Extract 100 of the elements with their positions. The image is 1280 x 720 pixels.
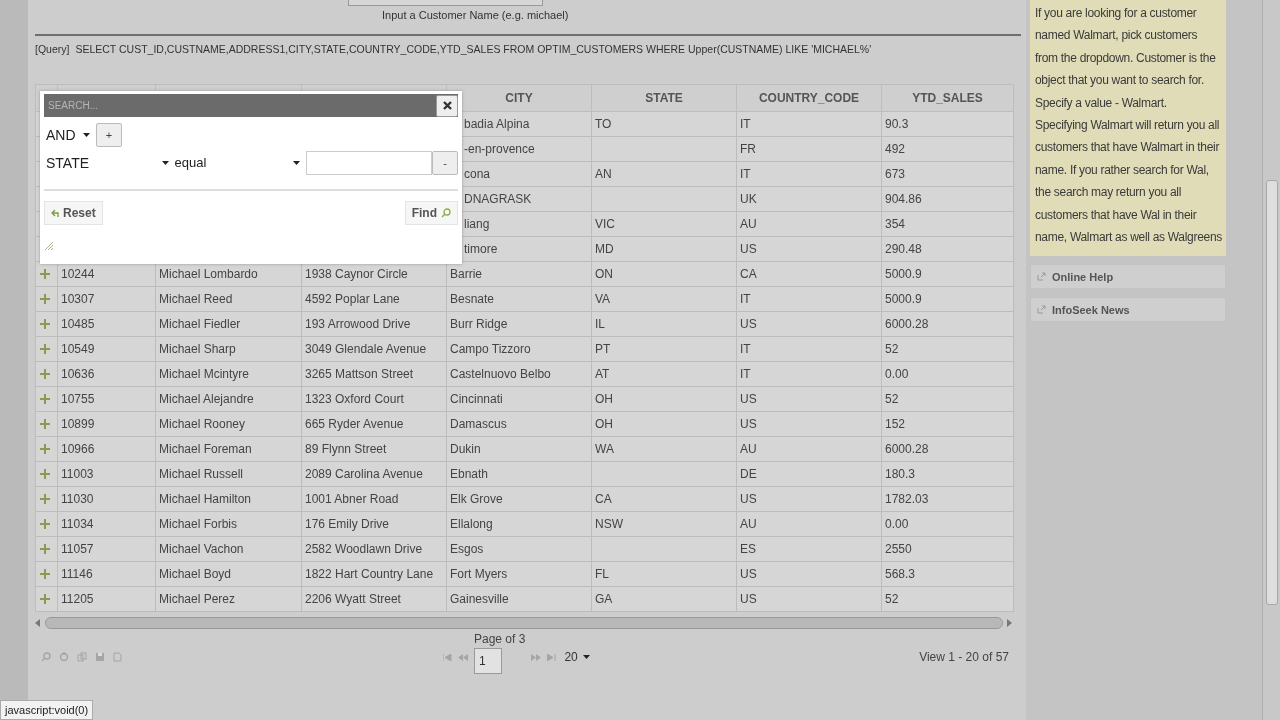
scroll-left-icon[interactable] bbox=[35, 619, 41, 627]
table-cell: WA bbox=[591, 436, 737, 462]
table-cell: 11146 bbox=[57, 561, 156, 587]
expand-plus-icon[interactable] bbox=[40, 594, 50, 604]
field-hint: Input a Customer Name (e.g. michael) bbox=[382, 8, 569, 23]
horizontal-scrollbar[interactable] bbox=[45, 617, 1003, 629]
expand-plus-icon[interactable] bbox=[40, 519, 50, 529]
column-header[interactable]: CITY bbox=[446, 84, 592, 112]
column-header[interactable]: YTD_SALES bbox=[881, 84, 1014, 112]
table-cell: Burr Ridge bbox=[446, 311, 592, 337]
table-cell: US bbox=[736, 311, 882, 337]
table-cell: Barrie bbox=[446, 261, 592, 287]
column-header[interactable]: COUNTRY_CODE bbox=[736, 84, 882, 112]
reset-button[interactable]: Reset bbox=[44, 201, 103, 225]
table-cell: CA bbox=[591, 486, 737, 512]
table-cell: Michael Perez bbox=[155, 586, 302, 612]
record-count: View 1 - 20 of 57 bbox=[919, 649, 1010, 666]
scrollbar-thumb[interactable] bbox=[1266, 180, 1278, 605]
table-cell: 10549 bbox=[57, 336, 156, 362]
expand-plus-icon[interactable] bbox=[40, 494, 50, 504]
undo-arrow-icon bbox=[51, 209, 59, 217]
table-cell: IT bbox=[736, 361, 882, 387]
save-icon[interactable] bbox=[95, 652, 105, 662]
table-cell: 11034 bbox=[57, 511, 156, 537]
table-cell: 904.86 bbox=[881, 186, 1014, 212]
refresh-icon[interactable] bbox=[59, 652, 69, 662]
table-cell: Michael Fiedler bbox=[155, 311, 302, 337]
table-cell: 52 bbox=[881, 386, 1014, 412]
table-cell: Gainesville bbox=[446, 586, 592, 612]
table-cell: OH bbox=[591, 386, 737, 412]
expand-plus-icon[interactable] bbox=[40, 444, 50, 454]
table-cell: 11003 bbox=[57, 461, 156, 487]
table-cell: Michael Forbis bbox=[155, 511, 302, 537]
table-cell: FR bbox=[736, 136, 882, 162]
search-icon[interactable] bbox=[41, 652, 51, 662]
table-cell: 492 bbox=[881, 136, 1014, 162]
table-cell: 11057 bbox=[57, 536, 156, 562]
table-cell: 1323 Oxford Court bbox=[301, 386, 447, 412]
caret-icon bbox=[293, 161, 300, 165]
table-cell: 10485 bbox=[57, 311, 156, 337]
expand-plus-icon[interactable] bbox=[40, 344, 50, 354]
table-cell: FL bbox=[591, 561, 737, 587]
copy-icon[interactable] bbox=[77, 652, 87, 662]
expand-plus-icon[interactable] bbox=[40, 369, 50, 379]
table-cell: Michael Reed bbox=[155, 286, 302, 312]
table-cell: AT bbox=[591, 361, 737, 387]
table-cell: US bbox=[736, 486, 882, 512]
help-link[interactable]: InfoSeek News bbox=[1030, 297, 1226, 323]
table-cell: 11205 bbox=[57, 586, 156, 612]
table-cell: IL bbox=[591, 311, 737, 337]
table-cell: Castelnuovo Belbo bbox=[446, 361, 592, 387]
search-field[interactable] bbox=[348, 0, 543, 6]
table-cell: Elk Grove bbox=[446, 486, 592, 512]
table-cell: Michael Alejandre bbox=[155, 386, 302, 412]
expand-plus-icon[interactable] bbox=[40, 319, 50, 329]
first-page-icon[interactable] bbox=[443, 653, 452, 661]
document-icon[interactable] bbox=[113, 652, 122, 662]
table-cell: US bbox=[736, 586, 882, 612]
table-cell: 6000.28 bbox=[881, 311, 1014, 337]
expand-plus-icon[interactable] bbox=[40, 569, 50, 579]
column-header[interactable]: STATE bbox=[591, 84, 737, 112]
expand-plus-icon[interactable] bbox=[40, 394, 50, 404]
table-cell: Ellalong bbox=[446, 511, 592, 537]
expand-plus-icon[interactable] bbox=[40, 544, 50, 554]
table-cell: 3265 Mattson Street bbox=[301, 361, 447, 387]
last-page-icon[interactable] bbox=[547, 653, 557, 661]
table-cell: GA bbox=[591, 586, 737, 612]
table-cell: DE bbox=[736, 461, 882, 487]
table-cell: Michael Sharp bbox=[155, 336, 302, 362]
close-button[interactable] bbox=[436, 94, 458, 117]
table-cell: Michael Boyd bbox=[155, 561, 302, 587]
table-cell: 193 Arrowood Drive bbox=[301, 311, 447, 337]
table-cell: 0.00 bbox=[881, 361, 1014, 387]
next-page-icon[interactable] bbox=[531, 653, 542, 661]
table-cell: Ebnath bbox=[446, 461, 592, 487]
table-cell: 290.48 bbox=[881, 236, 1014, 262]
expand-plus-icon[interactable] bbox=[40, 269, 50, 279]
add-rule-button[interactable]: + bbox=[96, 123, 122, 147]
vertical-scrollbar[interactable] bbox=[1262, 0, 1280, 720]
table-cell: 10755 bbox=[57, 386, 156, 412]
query-text: SELECT CUST_ID,CUSTNAME,ADDRESS1,CITY,STATE,COUNTRY_CODE,YTD_SALES FROM OPTIM_CUSTOMERS WHERE Upper(CUSTNAME) LIKE 'MICHAEL%' bbox=[75, 43, 872, 55]
table-cell: 2582 Woodlawn Drive bbox=[301, 536, 447, 562]
expand-plus-icon[interactable] bbox=[40, 294, 50, 304]
page-number-field[interactable]: 1 bbox=[474, 648, 502, 674]
expand-plus-icon[interactable] bbox=[40, 469, 50, 479]
table-cell: 180.3 bbox=[881, 461, 1014, 487]
table-cell: NSW bbox=[591, 511, 737, 537]
table-cell: UK bbox=[736, 186, 882, 212]
previous-page-icon[interactable] bbox=[458, 653, 468, 661]
table-cell: US bbox=[736, 411, 882, 437]
find-button[interactable]: Find bbox=[404, 201, 458, 225]
expand-plus-icon[interactable] bbox=[40, 419, 50, 429]
table-cell: Michael Russell bbox=[155, 461, 302, 487]
close-icon bbox=[442, 101, 452, 110]
table-cell: 0.00 bbox=[881, 511, 1014, 537]
help-link[interactable]: Online Help bbox=[1030, 264, 1226, 290]
table-cell: Michael Foreman bbox=[155, 436, 302, 462]
remove-rule-button[interactable]: - bbox=[432, 151, 458, 175]
scroll-right-icon[interactable] bbox=[1007, 619, 1013, 627]
value-field[interactable] bbox=[306, 151, 432, 175]
